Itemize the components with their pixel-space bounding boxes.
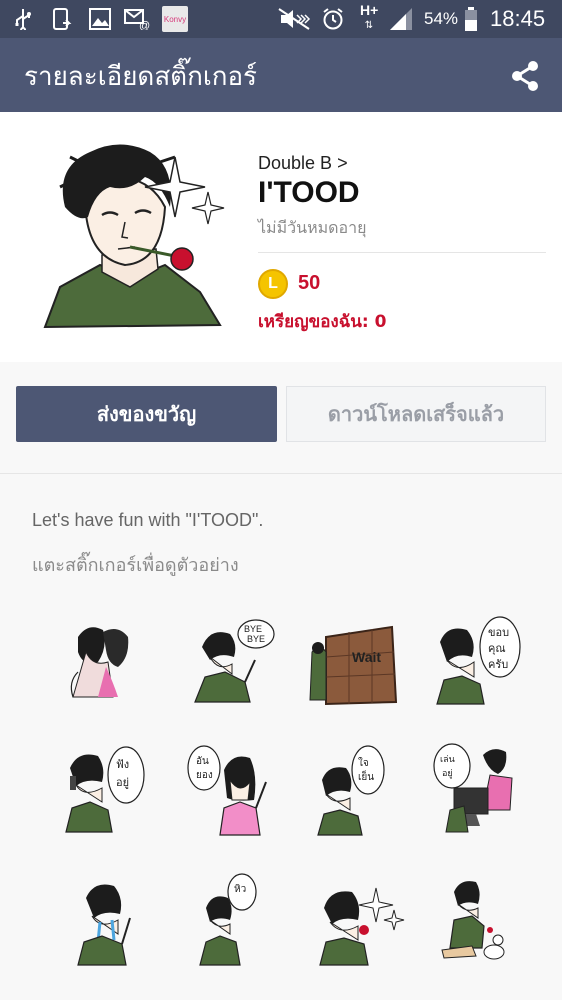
validity-text: ไม่มีวันหมดอายุ <box>258 218 367 237</box>
email-icon: @ <box>124 6 150 32</box>
sticker-crying[interactable] <box>66 870 166 970</box>
sticker-rose-sparkle[interactable] <box>314 870 414 970</box>
page-title: รายละเอียดสติ๊กเกอร์ <box>24 62 258 92</box>
alarm-icon <box>320 6 346 32</box>
konvy-app-icon: Konvy <box>162 6 188 32</box>
chevron-right-icon: > <box>337 153 348 173</box>
svg-text:หิว: หิว <box>234 884 246 895</box>
sticker-title: I'TOOD <box>258 176 360 209</box>
my-coins-value: 0 <box>374 312 387 332</box>
share-button[interactable] <box>510 60 540 92</box>
svg-text:Wait: Wait <box>352 649 381 665</box>
sticker-calm-down[interactable]: ใจ เย็น <box>310 740 410 840</box>
signal-icon <box>388 6 414 32</box>
battery-percent: 54% <box>424 9 459 28</box>
network-type: H+ <box>360 2 379 18</box>
svg-text:BYE: BYE <box>244 624 262 634</box>
mute-icon <box>276 6 312 32</box>
svg-text:อยู่: อยู่ <box>116 776 129 789</box>
share-icon <box>512 61 538 91</box>
divider <box>258 252 546 253</box>
price: 50 <box>298 272 321 294</box>
svg-text:@: @ <box>139 20 150 30</box>
status-bar: @ Konvy H+ ⇅ 54% 18:45 <box>0 0 562 38</box>
section-divider <box>0 473 562 474</box>
svg-text:อยู่: อยู่ <box>442 769 453 779</box>
battery-icon <box>464 6 478 32</box>
svg-text:BYE: BYE <box>247 634 265 644</box>
author-link[interactable]: Double B > <box>258 153 348 174</box>
svg-text:ยอง: ยอง <box>196 770 213 781</box>
usb-icon <box>12 6 34 32</box>
svg-text:คุณ: คุณ <box>488 642 506 655</box>
sticker-main-image <box>40 137 230 337</box>
svg-text:ขอบ: ขอบ <box>488 626 509 639</box>
sticker-detail-page: Double B > I'TOOD ไม่มีวันหมดอายุ L 50 เ… <box>0 112 562 1000</box>
sticker-phone-call[interactable]: ฟัง อยู่ <box>58 740 158 840</box>
svg-text:เย็น: เย็น <box>358 769 374 783</box>
sticker-couple-kiss[interactable] <box>58 612 158 712</box>
sync-icon <box>50 6 74 32</box>
sticker-bye-bye[interactable]: BYE BYE <box>180 612 280 712</box>
my-coins: เหรียญของฉัน: 0 <box>258 308 387 335</box>
sticker-header: Double B > I'TOOD ไม่มีวันหมดอายุ L 50 เ… <box>0 112 562 362</box>
svg-text:ใจ: ใจ <box>358 757 369 769</box>
gallery-icon <box>88 6 112 32</box>
app-bar: รายละเอียดสติ๊กเกอร์ <box>0 38 562 112</box>
sticker-thank-you[interactable]: ขอบ คุณ ครับ <box>432 612 532 712</box>
sticker-hungry[interactable]: หิว <box>192 870 292 970</box>
sticker-description: Let's have fun with "I'TOOD". <box>32 510 264 530</box>
preview-hint: แตะสติ๊กเกอร์เพื่อดูตัวอย่าง <box>32 555 239 576</box>
clock: 18:45 <box>490 6 546 31</box>
send-gift-button[interactable]: ส่งของขวัญ <box>16 386 277 442</box>
author-name: Double B <box>258 153 333 173</box>
svg-text:เล่น: เล่น <box>440 755 455 765</box>
sticker-computer-game[interactable]: เล่น อยู่ <box>428 740 528 840</box>
data-arrows-icon: ⇅ <box>364 19 374 31</box>
download-complete-button[interactable]: ดาวน์โหลดเสร็จแล้ว <box>286 386 546 442</box>
sticker-wait-wall[interactable]: Wait <box>304 612 404 712</box>
coin-icon: L <box>258 269 288 299</box>
svg-text:อัน: อัน <box>196 756 209 767</box>
sticker-sitting-dog[interactable] <box>432 870 532 970</box>
my-coins-label: เหรียญของฉัน: <box>258 312 369 332</box>
svg-text:ครับ: ครับ <box>488 658 508 671</box>
svg-text:ฟัง: ฟัง <box>116 758 129 771</box>
sticker-girl-wave[interactable]: อัน ยอง <box>182 740 282 840</box>
